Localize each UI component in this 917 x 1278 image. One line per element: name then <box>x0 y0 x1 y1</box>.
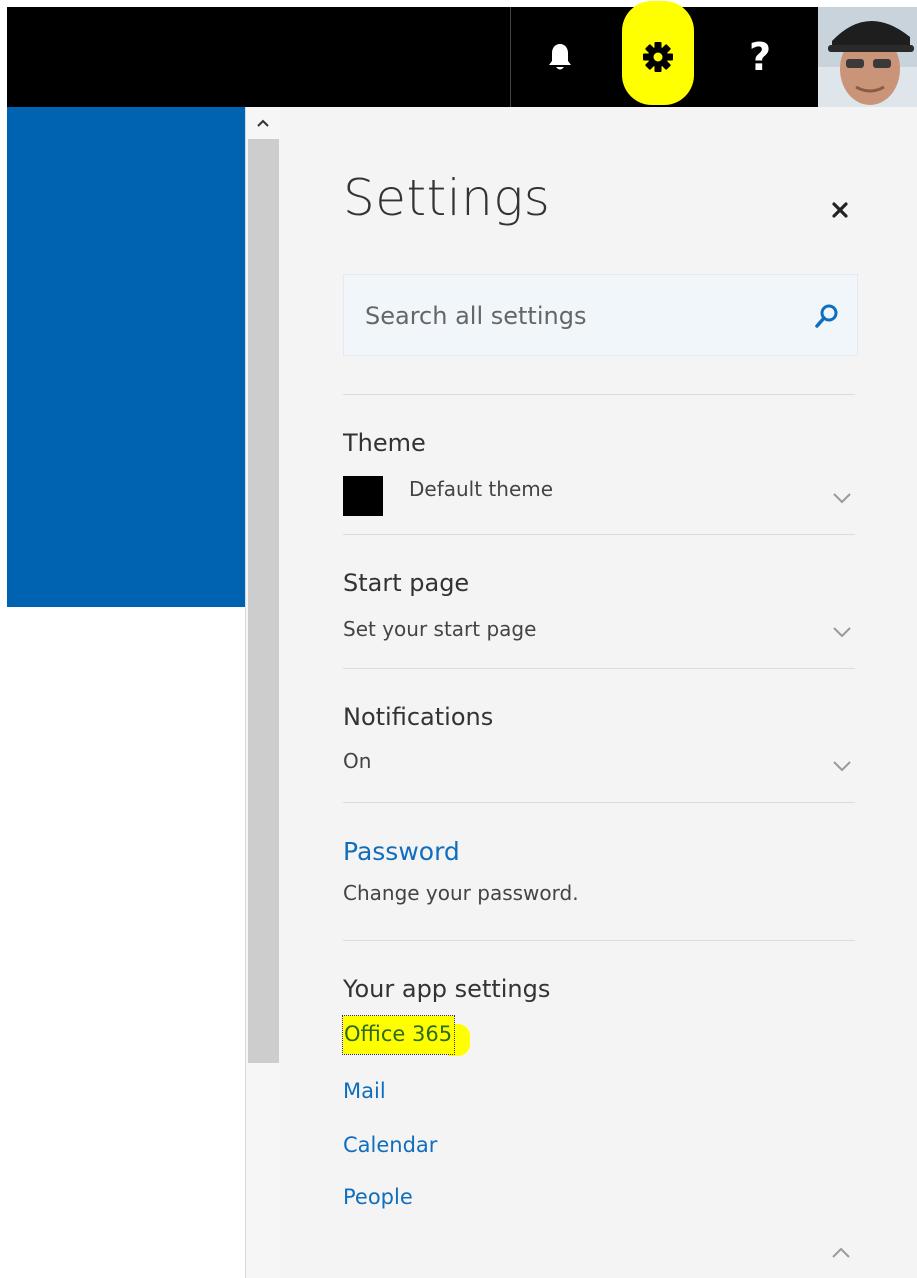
app-background-panel <box>7 107 245 607</box>
gear-icon <box>643 42 673 72</box>
app-link-mail[interactable]: Mail <box>343 1079 386 1103</box>
close-button[interactable] <box>825 195 855 225</box>
app-settings-section: Your app settings <box>343 975 855 1015</box>
search-icon <box>815 304 838 328</box>
notifications-value: On <box>343 749 372 773</box>
settings-panel: Settings Theme Default theme Start page … <box>280 107 917 1278</box>
start-page-value: Set your start page <box>343 617 537 641</box>
bell-icon <box>548 44 571 70</box>
help-button[interactable]: ? <box>710 7 810 107</box>
search-button[interactable] <box>810 299 844 333</box>
divider <box>343 940 855 941</box>
theme-value: Default theme <box>409 477 554 501</box>
search-box <box>343 274 858 356</box>
notifications-title: Notifications <box>343 703 494 731</box>
user-photo-icon <box>818 7 917 107</box>
close-icon <box>832 202 848 218</box>
password-description: Change your password. <box>343 881 579 905</box>
chevron-down-icon <box>833 627 851 638</box>
scroll-up-button[interactable] <box>246 107 280 139</box>
search-input[interactable] <box>365 295 805 337</box>
help-icon: ? <box>748 35 772 79</box>
theme-title: Theme <box>343 429 426 457</box>
divider <box>343 394 855 395</box>
top-navigation-bar: ? <box>7 1 917 107</box>
app-link-office-365[interactable]: Office 365 <box>341 1015 456 1055</box>
chevron-up-icon[interactable] <box>829 1245 853 1261</box>
divider <box>343 534 855 535</box>
page-title: Settings <box>343 169 551 227</box>
chevron-down-icon <box>833 761 851 772</box>
password-link[interactable]: Password <box>343 837 460 866</box>
app-settings-title: Your app settings <box>343 975 551 1003</box>
notifications-section[interactable]: Notifications On <box>343 703 855 783</box>
password-section: Password Change your password. <box>343 837 855 917</box>
settings-button[interactable] <box>608 1 708 107</box>
app-link-people[interactable]: People <box>343 1185 413 1209</box>
theme-swatch <box>343 476 383 516</box>
chevron-down-icon <box>833 493 851 504</box>
scrollbar-thumb[interactable] <box>248 139 279 1063</box>
theme-section[interactable]: Theme Default theme <box>343 429 855 519</box>
avatar[interactable] <box>818 7 917 107</box>
chevron-up-icon <box>257 119 269 127</box>
start-page-title: Start page <box>343 569 470 597</box>
divider <box>343 802 855 803</box>
divider <box>343 668 855 669</box>
vertical-scrollbar[interactable] <box>245 107 280 1278</box>
notifications-button[interactable] <box>510 7 608 107</box>
start-page-section[interactable]: Start page Set your start page <box>343 569 855 649</box>
app-link-calendar[interactable]: Calendar <box>343 1133 437 1157</box>
